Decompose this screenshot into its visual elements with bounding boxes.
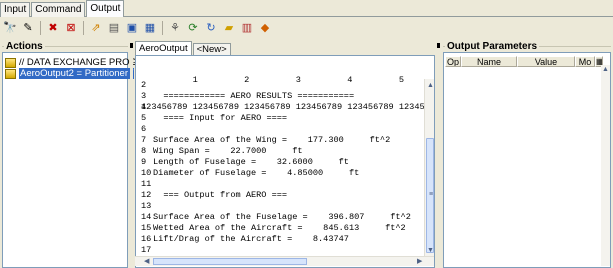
tab-input[interactable]: Input — [0, 2, 31, 17]
right-splitter-grip — [437, 43, 440, 48]
script-icon — [5, 57, 16, 68]
line-number: 13 — [141, 201, 152, 211]
text-line: 3 ============ AERO RESULTS =========== — [141, 92, 354, 101]
edit-icon[interactable]: ✎ — [20, 20, 36, 36]
export-icon[interactable]: ⇗ — [88, 20, 104, 36]
tab-new[interactable]: <New> — [192, 43, 231, 55]
action-item[interactable]: // DATA EXCHANGE PROG — [5, 57, 137, 68]
ruler-digits: 123456789 123456789 123456789 123456789 … — [141, 102, 435, 112]
list-icon[interactable]: ▥ — [239, 20, 255, 36]
tab-command[interactable]: Command — [31, 2, 86, 17]
line-number: 5 — [141, 113, 147, 123]
line-text: Length of Fuselage = 32.6000 ft — [153, 157, 349, 167]
text-line: 9 Length of Fuselage = 32.6000 ft — [141, 158, 349, 167]
line-number: 10 — [141, 168, 152, 178]
line-number: 4 — [141, 102, 147, 112]
line-number: 3 — [141, 91, 147, 101]
output-editor[interactable]: 1 2 3 4 5 6 123456789 123456789 12345678… — [135, 55, 435, 268]
toolbar-separator — [83, 21, 84, 35]
document-icon[interactable]: ▤ — [106, 20, 122, 36]
delete-icon[interactable]: ✖ — [45, 20, 61, 36]
scroll-grip-icon: ≡ — [429, 191, 434, 198]
line-number: 16 — [141, 234, 152, 244]
line-number: 8 — [141, 146, 147, 156]
vertical-scroll-thumb[interactable]: ≡ — [426, 138, 434, 253]
line-number: 2 — [141, 80, 147, 90]
line-number: 15 — [141, 223, 152, 233]
line-text: Diameter of Fuselage = 4.85000 ft — [153, 168, 360, 178]
editor-vertical-scrollbar[interactable]: ▲ ≡ ▼ — [424, 79, 434, 256]
scroll-left-icon[interactable]: ◀ — [144, 258, 149, 265]
line-number: 14 — [141, 212, 152, 222]
text-line: 2 — [141, 81, 153, 90]
params-table-header: Op Name Value Mo ▦ — [445, 56, 603, 67]
save-icon[interactable]: ▣ — [124, 20, 140, 36]
partitioner-icon — [5, 68, 16, 79]
column-header-op[interactable]: Op — [445, 56, 461, 67]
left-splitter-grip — [130, 43, 133, 48]
toolbar-separator — [162, 21, 163, 35]
text-line: 17 — [141, 246, 153, 255]
output-parameters-panel — [443, 52, 611, 268]
grid-icon[interactable]: ▦ — [142, 20, 158, 36]
line-number: 17 — [141, 245, 152, 255]
actions-panel: // DATA EXCHANGE PROG AeroOutput2 = Part… — [2, 52, 137, 268]
scroll-down-icon[interactable]: ▼ — [427, 247, 434, 254]
refresh-icon[interactable]: ⟳ — [185, 20, 201, 36]
text-line: 5 ==== Input for AERO ==== — [141, 114, 287, 123]
binoculars-icon[interactable]: 🔭 — [2, 20, 18, 36]
text-line: 8 Wing Span = 22.7000 ft — [141, 147, 303, 156]
line-text: Wetted Area of the Aircraft = 845.613 ft… — [153, 223, 406, 233]
column-header-value[interactable]: Value — [517, 56, 575, 67]
scroll-up-icon[interactable]: ▲ — [602, 66, 609, 73]
text-line: 6 — [141, 125, 153, 134]
params-vertical-scrollbar[interactable]: ▲ — [601, 65, 610, 266]
horizontal-scroll-thumb[interactable] — [153, 258, 307, 265]
tab-aero-output[interactable]: AeroOutput — [135, 41, 192, 55]
line-number: 11 — [141, 179, 152, 189]
line-text: Lift/Drag of the Aircraft = 8.43747 — [153, 234, 349, 244]
tree-icon[interactable]: ⚘ — [167, 20, 183, 36]
text-line: 16 Lift/Drag of the Aircraft = 8.43747 — [141, 235, 349, 244]
text-line: 4 — [141, 103, 153, 112]
line-text: Surface Area of the Wing = 177.300 ft^2 — [153, 135, 391, 145]
text-line: 14 Surface Area of the Fuselage = 396.807… — [141, 213, 411, 222]
column-header-mo[interactable]: Mo — [575, 56, 595, 67]
line-text: === Output from AERO === — [153, 190, 288, 200]
actions-title: Actions — [4, 41, 45, 52]
right-splitter[interactable] — [437, 41, 440, 268]
text-line: 12 === Output from AERO === — [141, 191, 287, 200]
line-text: Surface Area of the Fuselage = 396.807 f… — [153, 212, 411, 222]
rotate-icon[interactable]: ↻ — [203, 20, 219, 36]
line-text: ==== Input for AERO ==== — [153, 113, 288, 123]
line-number: 12 — [141, 190, 152, 200]
folder-icon[interactable]: ▰ — [221, 20, 237, 36]
action-item-selected[interactable]: AeroOutput2 = Partitioner / — [5, 68, 135, 79]
line-text: ============ AERO RESULTS =========== — [153, 91, 355, 101]
tab-output[interactable]: Output — [86, 0, 125, 17]
toolbar-separator — [40, 21, 41, 35]
run-icon[interactable]: ◆ — [257, 20, 273, 36]
text-line: 15 Wetted Area of the Aircraft = 845.613 … — [141, 224, 406, 233]
text-line: 13 — [141, 202, 153, 211]
line-number: 9 — [141, 157, 147, 167]
clear-icon[interactable]: ⊠ — [63, 20, 79, 36]
scroll-up-icon[interactable]: ▲ — [427, 82, 434, 89]
left-splitter[interactable] — [130, 41, 133, 268]
text-line: 10 Diameter of Fuselage = 4.85000 ft — [141, 169, 359, 178]
ruler-numbers: 1 2 3 4 5 6 — [141, 75, 435, 85]
column-header-name[interactable]: Name — [461, 56, 517, 67]
output-tabs: AeroOutput <New> — [135, 41, 232, 55]
line-text: Wing Span = 22.7000 ft — [153, 146, 303, 156]
text-line: 11 — [141, 180, 153, 189]
line-number: 7 — [141, 135, 147, 145]
text-line: 7 Surface Area of the Wing = 177.300 ft^2 — [141, 136, 390, 145]
editor-horizontal-scrollbar[interactable]: ◀ ▶ — [135, 256, 434, 266]
scroll-right-icon[interactable]: ▶ — [417, 258, 422, 265]
toolbar: 🔭 ✎ ✖ ⊠ ⇗ ▤ ▣ ▦ ⚘ ⟳ ↻ ▰ ▥ ◆ — [2, 19, 275, 37]
params-title: Output Parameters — [445, 41, 540, 52]
line-number: 6 — [141, 124, 147, 134]
top-tabs: Input Command Output — [0, 0, 125, 17]
